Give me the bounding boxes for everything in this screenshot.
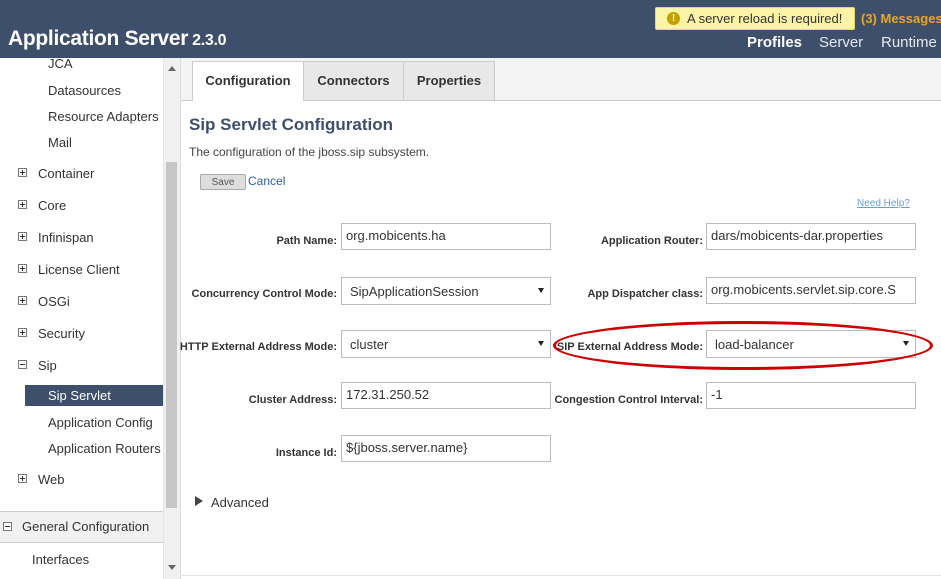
app-title-text: Application Server [8,27,189,50]
reload-banner: ! A server reload is required! [655,7,855,30]
cancel-link[interactable]: Cancel [248,174,285,188]
expand-icon[interactable] [18,328,27,337]
reload-banner-text: A server reload is required! [687,11,843,26]
dropdown-arrow-icon [538,288,544,293]
top-header: Application Server 2.3.0 ! A server reloa… [0,0,941,58]
sidebar-item-jca[interactable]: JCA [48,56,73,71]
page-subtitle: The configuration of the jboss.sip subsy… [189,145,430,159]
dropdown-arrow-icon [538,341,544,346]
sidebar-item-core[interactable]: Core [38,198,66,213]
concurrency-control-mode-label: Concurrency Control Mode: [191,288,337,300]
sidebar-item-security[interactable]: Security [38,326,85,341]
app-dispatcher-class-field[interactable]: org.mobicents.servlet.sip.core.S [706,277,916,304]
application-router-label: Application Router: [600,235,703,247]
advanced-label: Advanced [211,495,269,510]
dropdown-arrow-icon [903,341,909,346]
info-icon: ! [667,12,680,25]
congestion-control-interval-label: Congestion Control Interval: [554,394,704,406]
sidebar-item-license-client[interactable]: License Client [38,262,120,277]
sidebar-item-osgi[interactable]: OSGi [38,294,70,309]
sidebar-item-infinispan[interactable]: Infinispan [38,230,94,245]
sidebar-section-label: General Configuration [22,519,150,534]
sidebar-item-sip[interactable]: Sip [38,358,57,373]
nav-server[interactable]: Server [819,34,863,51]
cluster-address-field[interactable]: 172.31.250.52 [341,382,551,409]
sidebar-item-web[interactable]: Web [38,472,65,487]
sidebar-item-application-config[interactable]: Application Config [48,415,153,430]
sidebar: JCA Datasources Resource Adapters Mail C… [0,56,181,579]
application-router-field[interactable]: dars/mobicents-dar.properties [706,223,916,250]
need-help-link[interactable]: Need Help? [857,198,910,209]
tab-configuration[interactable]: Configuration [192,61,304,101]
sidebar-item-application-routers[interactable]: Application Routers [48,441,161,456]
messages-link[interactable]: (3) Messages [861,11,941,26]
app-version: 2.3.0 [192,32,227,49]
sidebar-item-sip-servlet[interactable]: Sip Servlet [25,385,163,406]
page-title: Sip Servlet Configuration [189,115,394,134]
expand-triangle-icon [195,496,203,506]
expand-icon[interactable] [18,296,27,305]
http-external-address-mode-select[interactable]: cluster [341,330,551,358]
congestion-control-interval-field[interactable]: -1 [706,382,916,409]
expand-icon[interactable] [18,200,27,209]
nav-profiles[interactable]: Profiles [747,34,802,51]
app-title: Application Server 2.3.0 [8,27,227,51]
expand-icon[interactable] [18,474,27,483]
scroll-thumb[interactable] [166,162,177,508]
sidebar-item-interfaces[interactable]: Interfaces [32,552,89,567]
tab-connectors[interactable]: Connectors [303,61,404,100]
tab-bar: Configuration Connectors Properties [181,58,941,101]
collapse-icon[interactable] [18,360,27,369]
select-value: cluster [350,337,389,352]
sidebar-item-container[interactable]: Container [38,166,94,181]
select-value: SipApplicationSession [350,284,479,299]
path-name-label: Path Name: [276,235,337,247]
instance-id-field[interactable]: ${jboss.server.name} [341,435,551,462]
collapse-icon[interactable] [3,522,12,531]
path-name-field[interactable]: org.mobicents.ha [341,223,551,250]
scroll-up-icon[interactable] [168,66,176,71]
main-content: Configuration Connectors Properties Sip … [179,58,941,579]
select-value: load-balancer [715,337,794,352]
sidebar-section-general-configuration[interactable]: General Configuration [0,511,163,543]
expand-icon[interactable] [18,232,27,241]
expand-icon[interactable] [18,264,27,273]
tab-properties[interactable]: Properties [403,61,495,100]
instance-id-label: Instance Id: [275,447,337,459]
save-button[interactable]: Save [200,174,246,190]
app-dispatcher-class-label: App Dispatcher class: [587,288,703,300]
sidebar-item-mail[interactable]: Mail [48,135,72,150]
sidebar-item-resource-adapters[interactable]: Resource Adapters [48,109,159,124]
sidebar-item-label: Sip Servlet [48,388,111,403]
sidebar-scrollbar[interactable] [163,58,180,579]
http-external-address-mode-label: HTTP External Address Mode: [179,341,337,353]
concurrency-control-mode-select[interactable]: SipApplicationSession [341,277,551,305]
nav-runtime[interactable]: Runtime [881,34,937,51]
sidebar-item-datasources[interactable]: Datasources [48,83,121,98]
sip-external-address-mode-select[interactable]: load-balancer [706,330,916,358]
divider [181,575,941,576]
cluster-address-label: Cluster Address: [248,394,337,406]
sip-external-address-mode-label: SIP External Address Mode: [556,341,703,353]
scroll-down-icon[interactable] [168,565,176,570]
expand-icon[interactable] [18,168,27,177]
